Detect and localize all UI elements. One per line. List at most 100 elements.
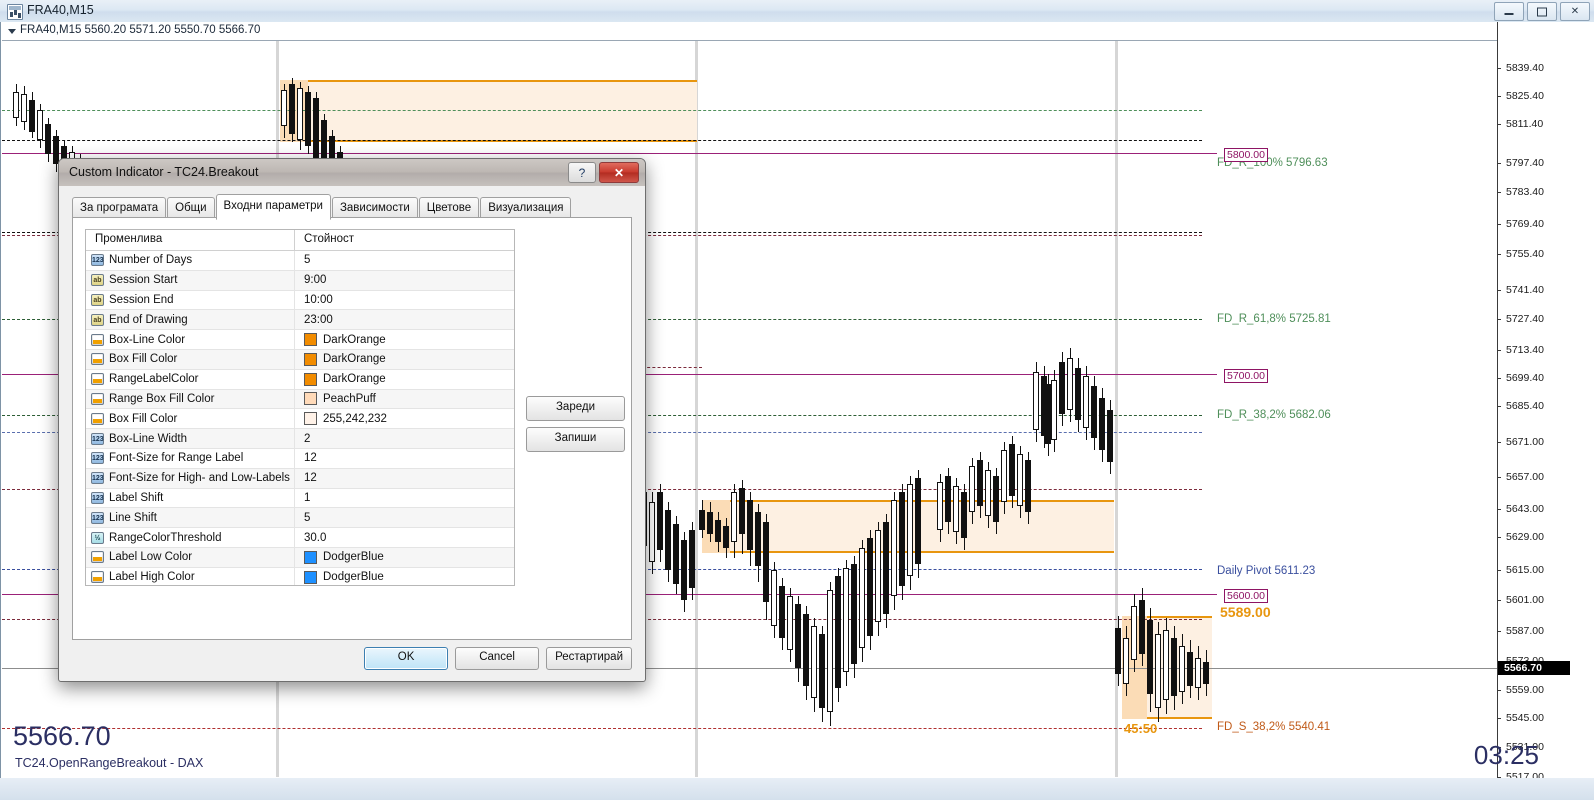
candle-body bbox=[1171, 638, 1177, 696]
parameter-row[interactable]: ab Session End 10:00 bbox=[86, 290, 514, 311]
price-tick-label: 5545.00 bbox=[1506, 712, 1544, 724]
chevron-down-icon[interactable] bbox=[8, 29, 16, 34]
candle-body bbox=[1099, 398, 1105, 450]
candle-body bbox=[747, 500, 753, 550]
dialog-title: Custom Indicator - TC24.Breakout bbox=[69, 165, 259, 179]
candlestick bbox=[1025, 452, 1031, 524]
tab-1[interactable]: Общи bbox=[167, 197, 215, 218]
price-tick-label: 5783.40 bbox=[1506, 186, 1544, 198]
parameters-grid[interactable]: Променлива Стойност 123 Number of Days 5 ab… bbox=[85, 229, 515, 586]
dialog-close-button[interactable]: ✕ bbox=[599, 162, 639, 183]
candle-body bbox=[673, 524, 679, 584]
parameter-value-cell[interactable]: 1 bbox=[295, 489, 514, 508]
parameter-row[interactable]: 123 Line Shift 5 bbox=[86, 508, 514, 529]
price-tick-label: 5713.40 bbox=[1506, 344, 1544, 356]
parameter-row[interactable]: Label High Color DodgerBlue bbox=[86, 567, 514, 585]
parameter-value-cell[interactable]: 12 bbox=[295, 469, 514, 488]
maximize-button[interactable] bbox=[1527, 2, 1557, 21]
parameter-row[interactable]: ab Session Start 9:00 bbox=[86, 270, 514, 291]
candle-body bbox=[1025, 460, 1031, 512]
parameter-value-cell[interactable]: 2 bbox=[295, 429, 514, 448]
candlestick bbox=[945, 468, 951, 534]
candlestick bbox=[835, 568, 841, 702]
parameter-row[interactable]: ½ RangeColorThreshold 30.0 bbox=[86, 528, 514, 548]
candle-body bbox=[1075, 368, 1081, 420]
parameter-value: 5 bbox=[304, 511, 311, 524]
candlestick bbox=[1163, 618, 1169, 714]
parameter-value-cell[interactable]: DarkOrange bbox=[295, 330, 514, 349]
parameter-row[interactable]: 123 Font-Size for High- and Low-Labels 12 bbox=[86, 468, 514, 489]
parameter-label: Label High Color bbox=[109, 571, 195, 584]
reset-button[interactable]: Рестартирай bbox=[546, 647, 632, 670]
candlestick bbox=[1099, 388, 1105, 462]
parameter-value: 12 bbox=[304, 472, 317, 485]
candle-body bbox=[859, 548, 865, 648]
candle-body bbox=[289, 84, 295, 134]
candlestick bbox=[827, 582, 833, 726]
save-button[interactable]: Запиши bbox=[526, 427, 625, 452]
close-button[interactable]: ✕ bbox=[1560, 2, 1590, 21]
parameter-row[interactable]: 123 Label Shift 1 bbox=[86, 488, 514, 509]
dialog-title-bar[interactable]: Custom Indicator - TC24.Breakout ? ✕ bbox=[59, 159, 645, 186]
candlestick bbox=[851, 556, 857, 678]
color-swatch bbox=[304, 570, 317, 584]
parameter-row[interactable]: ab End of Drawing 23:00 bbox=[86, 310, 514, 331]
help-button[interactable]: ? bbox=[568, 162, 596, 183]
parameter-value-cell[interactable]: 5 bbox=[295, 251, 514, 270]
candle-body bbox=[297, 88, 303, 140]
parameter-row[interactable]: 123 Font-Size for Range Label 12 bbox=[86, 448, 514, 469]
tab-0[interactable]: За програмата bbox=[72, 197, 167, 218]
parameter-row[interactable]: Box-Line Color DarkOrange bbox=[86, 330, 514, 350]
parameter-value-cell[interactable]: DodgerBlue bbox=[295, 568, 514, 585]
parameter-value-cell[interactable]: PeachPuff bbox=[295, 390, 514, 409]
tab-4[interactable]: Цветове bbox=[418, 197, 480, 218]
tab-5[interactable]: Визуализация bbox=[480, 197, 572, 218]
candle-body bbox=[969, 466, 975, 512]
parameter-row[interactable]: 123 Box-Line Width 2 bbox=[86, 429, 514, 449]
parameter-row[interactable]: 123 Number of Days 5 bbox=[86, 251, 514, 271]
parameter-value-cell[interactable]: 12 bbox=[295, 449, 514, 468]
parameter-value-cell[interactable]: DarkOrange bbox=[295, 370, 514, 389]
dialog-tabs: За програмата Общи Входни параметри Зависим… bbox=[72, 194, 572, 220]
chart-price-readout: 5566.70 bbox=[13, 721, 111, 751]
candlestick bbox=[899, 484, 905, 600]
parameter-value-cell[interactable]: 255,242,232 bbox=[295, 409, 514, 428]
price-tick-label: 5587.00 bbox=[1506, 625, 1544, 637]
parameter-row[interactable]: RangeLabelColor DarkOrange bbox=[86, 369, 514, 390]
candle-body bbox=[977, 460, 983, 506]
parameter-value-cell[interactable]: 23:00 bbox=[295, 310, 514, 329]
candlestick bbox=[843, 560, 849, 686]
minimize-button[interactable] bbox=[1494, 2, 1524, 21]
parameter-value-cell[interactable]: DodgerBlue bbox=[295, 548, 514, 567]
tab-2[interactable]: Входни параметри bbox=[215, 194, 331, 220]
parameter-row[interactable]: Box Fill Color DarkOrange bbox=[86, 349, 514, 370]
candlestick bbox=[649, 492, 655, 574]
parameter-row[interactable]: Range Box Fill Color PeachPuff bbox=[86, 389, 514, 410]
price-axis[interactable]: 5839.40 5825.40 5811.40 5797.40 5783.40 5769.… bbox=[1497, 22, 1594, 800]
parameter-value-cell[interactable]: DarkOrange bbox=[295, 350, 514, 369]
candle-body bbox=[867, 538, 873, 636]
cancel-button[interactable]: Cancel bbox=[455, 647, 540, 670]
parameter-value-cell[interactable]: 9:00 bbox=[295, 271, 514, 290]
candle-body bbox=[699, 510, 705, 530]
parameter-row[interactable]: Box Fill Color 255,242,232 bbox=[86, 409, 514, 430]
candle-body bbox=[787, 596, 793, 650]
tab-3[interactable]: Зависимости bbox=[331, 197, 418, 218]
candlestick bbox=[1075, 358, 1081, 432]
price-tick-label: 5769.40 bbox=[1506, 218, 1544, 230]
candle-body bbox=[707, 512, 713, 534]
candle-body bbox=[689, 530, 695, 588]
candle-body bbox=[1139, 600, 1145, 654]
parameter-name-cell: Label Low Color bbox=[86, 547, 295, 567]
candlestick bbox=[779, 578, 785, 650]
candlestick bbox=[763, 514, 769, 620]
parameter-value-cell[interactable]: 10:00 bbox=[295, 291, 514, 310]
candle-body bbox=[993, 476, 999, 522]
parameter-value-cell[interactable]: 30.0 bbox=[295, 528, 514, 547]
parameter-row[interactable]: Label Low Color DodgerBlue bbox=[86, 547, 514, 568]
window-title: FRA40,M15 bbox=[27, 3, 94, 17]
candle-body bbox=[937, 482, 943, 530]
parameter-value-cell[interactable]: 5 bbox=[295, 508, 514, 527]
ok-button[interactable]: OK bbox=[364, 647, 449, 670]
load-button[interactable]: Зареди bbox=[526, 396, 625, 421]
